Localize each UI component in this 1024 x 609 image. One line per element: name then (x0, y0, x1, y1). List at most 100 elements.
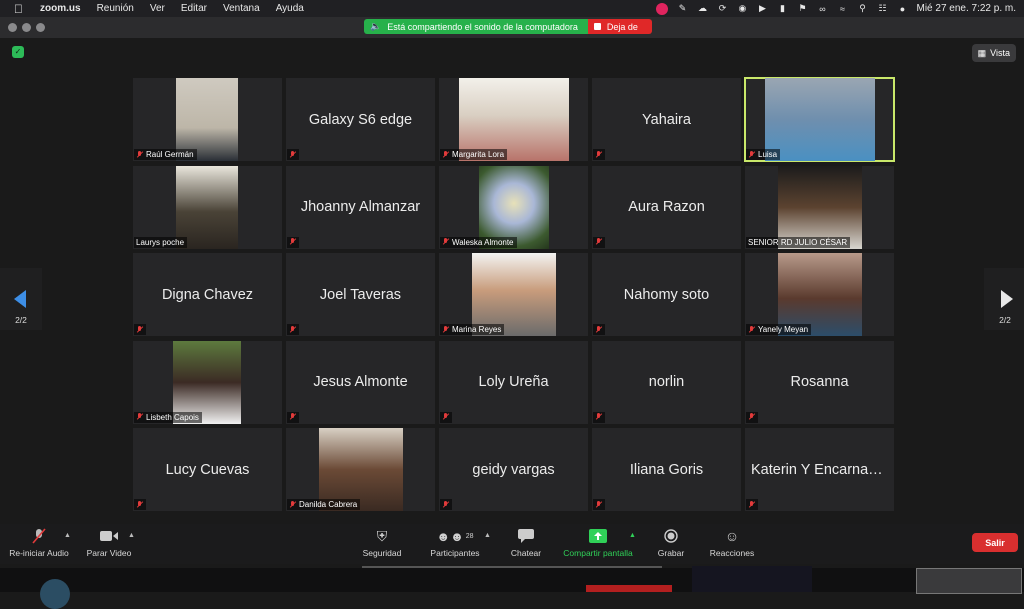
participant-name: norlin (648, 374, 685, 390)
link-icon[interactable]: ∞ (816, 4, 828, 14)
previous-page-button[interactable]: 2/2 (0, 268, 42, 330)
participant-tile[interactable]: Iliana Goris (592, 428, 741, 511)
menu-editar[interactable]: Editar (181, 3, 207, 14)
participant-tile[interactable]: Loly Ureña (439, 340, 588, 424)
stop-sharing-audio-button[interactable]: Deja de (587, 19, 652, 34)
participant-status-label (593, 411, 605, 423)
record-button[interactable]: Grabar (654, 528, 688, 558)
participant-tile[interactable]: Digna Chavez (133, 253, 282, 336)
muted-mic-icon (748, 325, 755, 334)
battery-icon[interactable]: ▮ (776, 3, 788, 14)
share-screen-button[interactable]: Compartir pantalla (558, 528, 638, 558)
control-center-icon[interactable]: ☷ (876, 3, 888, 14)
muted-mic-icon (442, 238, 449, 246)
close-window-button[interactable] (8, 23, 17, 32)
audio-button[interactable]: Re-iniciar Audio (7, 528, 71, 558)
background-thumbnail (692, 566, 812, 592)
participant-tile[interactable]: norlin (592, 340, 741, 424)
muted-mic-icon (748, 150, 755, 159)
record-button-label: Grabar (657, 548, 685, 558)
mini-video-panel[interactable] (916, 568, 1022, 594)
record-icon (662, 528, 680, 544)
menu-app-name[interactable]: zoom.us (40, 3, 81, 14)
muted-mic-icon (289, 325, 296, 334)
muted-mic-icon (595, 238, 602, 246)
participant-tile[interactable]: Yahaira (592, 78, 741, 161)
zoom-icon[interactable]: ◉ (736, 3, 748, 14)
zoom-window-button[interactable] (36, 23, 45, 32)
participant-tile[interactable]: Aura Razon (592, 165, 741, 249)
participant-name-label: Margarita Lora (440, 149, 508, 160)
reactions-button[interactable]: ☺ Reacciones (706, 528, 758, 558)
participant-name: Rosanna (790, 374, 849, 390)
security-button[interactable]: ⛨ Seguridad (360, 528, 404, 559)
video-button[interactable]: Parar Video (84, 528, 134, 558)
page-indicator-left: 2/2 (15, 315, 27, 325)
menu-ventana[interactable]: Ventana (223, 3, 260, 14)
background-avatar (40, 579, 70, 609)
menu-ayuda[interactable]: Ayuda (276, 3, 304, 14)
stop-sharing-label: Deja de (606, 21, 638, 32)
apple-icon[interactable]:  (14, 3, 26, 15)
participant-tile[interactable]: Luisa (744, 77, 895, 162)
gallery-grid: Raúl Germán Galaxy S6 edge Margarita Lora Y… (133, 77, 895, 513)
menubar-clock[interactable]: Mié 27 ene. 7:22 p. m. (916, 3, 1016, 14)
muted-mic-icon (442, 325, 449, 334)
participant-tile[interactable]: Rosanna (745, 340, 894, 424)
siri-icon[interactable]: ● (896, 4, 908, 14)
flag-icon[interactable]: ⚑ (796, 3, 808, 14)
participant-name-label: Waleska Almonte (440, 236, 517, 248)
text-input-icon[interactable]: ✎ (676, 3, 688, 14)
play-icon[interactable]: ▶ (756, 3, 768, 14)
participant-name: Aura Razon (628, 199, 705, 215)
participants-button[interactable]: ☻☻ 28 Participantes (424, 528, 486, 559)
participant-tile[interactable]: Galaxy S6 edge (286, 78, 435, 161)
participant-tile[interactable]: Jesus Almonte (286, 340, 435, 424)
participant-tile[interactable]: Raúl Germán (133, 78, 282, 161)
screen-share-status-icon[interactable] (656, 2, 669, 15)
participant-tile[interactable]: Waleska Almonte (439, 165, 588, 249)
participant-tile[interactable]: Yanely Meyan (745, 253, 894, 336)
minimize-window-button[interactable] (22, 23, 31, 32)
view-button[interactable]: ▦ Vista (971, 44, 1016, 62)
participant-name: Jhoanny Almanzar (300, 199, 421, 215)
menu-reunion[interactable]: Reunión (97, 3, 134, 14)
participant-tile[interactable]: Laurys poche (133, 165, 282, 249)
participants-count: 28 (465, 532, 474, 540)
participant-status-label (746, 499, 758, 510)
participant-tile[interactable]: Lucy Cuevas (133, 428, 282, 511)
cloud-icon[interactable]: ☁ (696, 3, 708, 14)
sync-icon[interactable]: ⟳ (716, 3, 728, 14)
video-options-caret-icon[interactable]: ▲ (128, 532, 135, 539)
participant-name-label: Laurys poche (134, 236, 188, 248)
audio-button-label: Re-iniciar Audio (9, 548, 69, 558)
encryption-shield-icon[interactable]: ✓ (12, 46, 24, 58)
grid-view-icon: ▦ (977, 47, 987, 58)
share-options-caret-icon[interactable]: ▲ (629, 532, 636, 539)
participant-tile[interactable]: Katerin Y Encarnaci... (745, 428, 894, 511)
right-arrow-icon (1001, 290, 1013, 308)
participant-name: Galaxy S6 edge (308, 111, 413, 128)
participant-tile[interactable]: SENIOR RD JULIO CÉSAR (745, 165, 894, 249)
next-page-button[interactable]: 2/2 (984, 268, 1024, 330)
participant-name: Danilda Cabrera (299, 500, 358, 509)
participant-tile[interactable]: Margarita Lora (439, 78, 588, 161)
participant-name: Katerin Y Encarnaci... (751, 461, 891, 478)
participant-tile[interactable]: Jhoanny Almanzar (286, 165, 435, 249)
participants-options-caret-icon[interactable]: ▲ (484, 532, 491, 539)
search-icon[interactable]: ⚲ (856, 3, 868, 14)
participant-name: Yanely Meyan (758, 325, 809, 334)
audio-options-caret-icon[interactable]: ▲ (64, 532, 71, 539)
participant-tile[interactable]: Marina Reyes (439, 253, 588, 336)
leave-meeting-button[interactable]: Salir (972, 533, 1018, 552)
participant-tile[interactable]: Lisbeth Capois (133, 340, 282, 424)
wifi-icon[interactable]: ≈ (836, 4, 848, 14)
participant-status-label (593, 236, 605, 248)
menu-ver[interactable]: Ver (150, 3, 165, 14)
participant-tile[interactable]: Danilda Cabrera (286, 428, 435, 511)
participant-tile[interactable]: geidy vargas (439, 428, 588, 511)
chat-button[interactable]: Chatear (506, 528, 546, 558)
participant-status-label (440, 499, 452, 510)
participant-tile[interactable]: Joel Taveras (286, 253, 435, 336)
participant-tile[interactable]: Nahomy soto (592, 253, 741, 336)
